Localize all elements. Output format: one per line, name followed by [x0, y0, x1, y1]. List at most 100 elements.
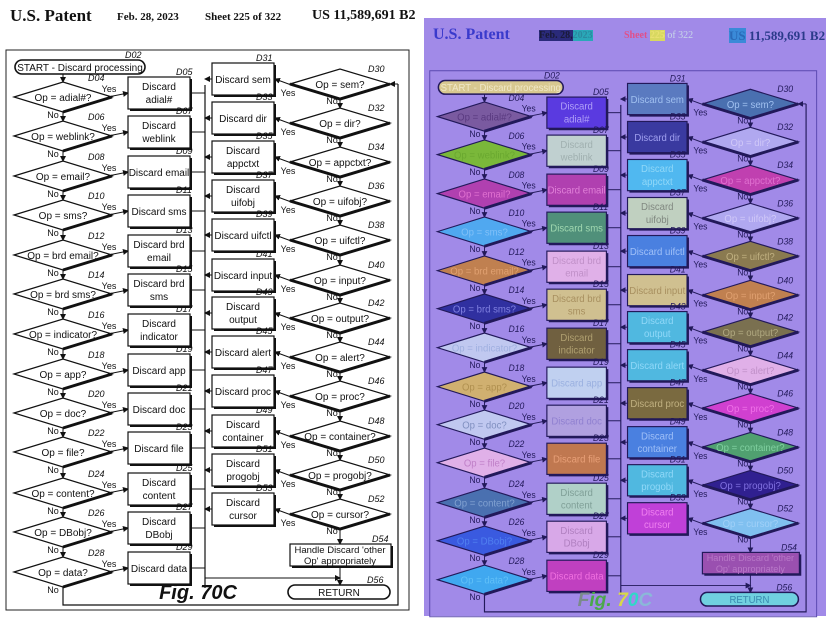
colorized-action-label: indicator — [559, 345, 596, 356]
yes-arrow — [274, 194, 295, 204]
colorized-handle-other-label: Op' appropriately — [716, 564, 786, 574]
decision-label: Op = weblink? — [31, 132, 95, 143]
no-label: No — [326, 252, 338, 262]
figure-label: Fig. 70C — [159, 582, 237, 604]
colorized-no-label: No — [469, 437, 480, 447]
action-ref: D29 — [176, 542, 193, 552]
action-ref: D07 — [176, 106, 194, 116]
yes-label: Yes — [281, 205, 296, 215]
no-label: No — [47, 545, 59, 555]
colorized-action-ref: D41 — [670, 265, 686, 275]
decision-label: Op = dir? — [319, 119, 361, 130]
colorized-action-ref: D53 — [670, 493, 686, 503]
colorized-action-label: content — [561, 500, 593, 511]
action-label: Discard — [142, 121, 176, 132]
yes-arrow — [274, 155, 295, 165]
colorized-decision-label: Op = email? — [459, 189, 512, 200]
decision-ref: D20 — [88, 389, 105, 399]
yes-arrow — [274, 311, 295, 321]
action-label: Discard — [226, 420, 260, 431]
colorized-action-label: Discard brd — [552, 256, 601, 267]
action-label: Discard — [142, 82, 176, 93]
action-ref: D21 — [176, 383, 193, 393]
colorized-decision-ref: D38 — [777, 236, 793, 246]
colorized-decision-label: Op = app? — [462, 382, 508, 393]
yes-label: Yes — [281, 127, 296, 137]
action-label: Discard uifctl — [214, 231, 271, 242]
colorized-decision-ref: D32 — [777, 122, 793, 132]
action-label: Discard — [226, 146, 260, 157]
colorized-yes-label: Yes — [522, 181, 537, 191]
return-label: RETURN — [318, 588, 360, 599]
no-label: No — [47, 585, 59, 595]
colorized-action-label: Discard — [641, 507, 673, 518]
action-label: DBobj — [145, 530, 172, 541]
action-label: indicator — [140, 332, 178, 343]
colorized-action-label: Discard alert — [630, 361, 684, 372]
yes-label: Yes — [281, 244, 296, 254]
colorized-no-label: No — [737, 420, 748, 430]
colorized-yes-label: Yes — [522, 142, 537, 152]
colorized-figure-label-part: 7 — [612, 589, 629, 611]
colorized-start-ref: D02 — [544, 70, 560, 80]
colorized-no-label: No — [469, 592, 480, 602]
decision-ref: D34 — [368, 142, 385, 152]
yes-label: Yes — [102, 84, 117, 94]
no-label: No — [47, 426, 59, 436]
yes-label: Yes — [281, 518, 296, 528]
no-label: No — [326, 408, 338, 418]
colorized-yes-label: Yes — [693, 184, 708, 194]
action-label: sms — [150, 292, 168, 303]
decision-label: Op = indicator? — [29, 330, 98, 341]
no-label: No — [326, 292, 338, 302]
colorized-decision-label: Op = doc? — [462, 421, 507, 432]
colorized-no-label: No — [469, 360, 480, 370]
action-label: output — [229, 315, 257, 326]
colorized-action-label: Discard dir — [634, 133, 681, 144]
colorized-yes-arrow — [687, 441, 707, 450]
colorized-action-label: Discard — [560, 333, 592, 344]
colorized-action-label: output — [644, 329, 671, 340]
colorized-action-label: Discard brd — [552, 294, 601, 305]
colorized-decision-ref: D08 — [508, 170, 524, 180]
colorized-no-label: No — [737, 115, 748, 125]
colorized-action-label: Discard data — [550, 572, 604, 583]
handle-other-label: Op' appropriately — [304, 556, 376, 567]
colorized-return-ref: D56 — [776, 582, 792, 592]
decision-label: Op = sem? — [315, 80, 365, 91]
decision-ref: D04 — [88, 73, 105, 83]
colorized-decision-ref: D36 — [777, 198, 793, 208]
decision-label: Op = appctxt? — [309, 158, 372, 169]
action-ref: D31 — [256, 53, 273, 63]
action-label: Discard email — [129, 168, 190, 179]
colorized-action-ref: D17 — [593, 318, 610, 328]
colorized-action-ref: D25 — [593, 473, 609, 483]
colorized-action-label: Discard doc — [551, 417, 602, 428]
colorized-yes-arrow — [687, 517, 707, 526]
yes-arrow — [274, 468, 295, 478]
colorized-action-label: adial# — [564, 114, 590, 125]
colorized-handle-other-label: Handle Discard 'other — [707, 553, 794, 563]
handle-other-label: Handle Discard 'other — [294, 545, 385, 556]
decision-ref: D14 — [88, 270, 105, 280]
no-label: No — [326, 448, 338, 458]
flowchart-original: START - Discard processing D02 Op = adial#… — [5, 49, 410, 611]
colorized-action-ref: D27 — [593, 511, 610, 521]
action-label: Discard dir — [219, 114, 267, 125]
colorized-decision-label: Op = weblink? — [454, 150, 516, 161]
colorized-yes-label: Yes — [522, 219, 537, 229]
colorized-action-label: Discard uifctl — [630, 247, 685, 258]
colorized-decision-label: Op = data? — [461, 576, 509, 587]
decision-label: Op = brd sms? — [30, 290, 96, 301]
colorized-no-label: No — [737, 153, 748, 163]
decision-ref: D44 — [368, 337, 385, 347]
colorized-action-label: Discard — [560, 488, 592, 499]
decision-ref: D26 — [88, 508, 105, 518]
colorized-yes-label: Yes — [522, 528, 537, 538]
action-ref: D25 — [176, 463, 194, 473]
colorized-action-label: Discard — [641, 164, 673, 175]
action-label: Discard input — [214, 271, 273, 282]
yes-label: Yes — [281, 284, 296, 294]
action-ref: D09 — [176, 146, 193, 156]
decision-ref: D12 — [88, 231, 105, 241]
